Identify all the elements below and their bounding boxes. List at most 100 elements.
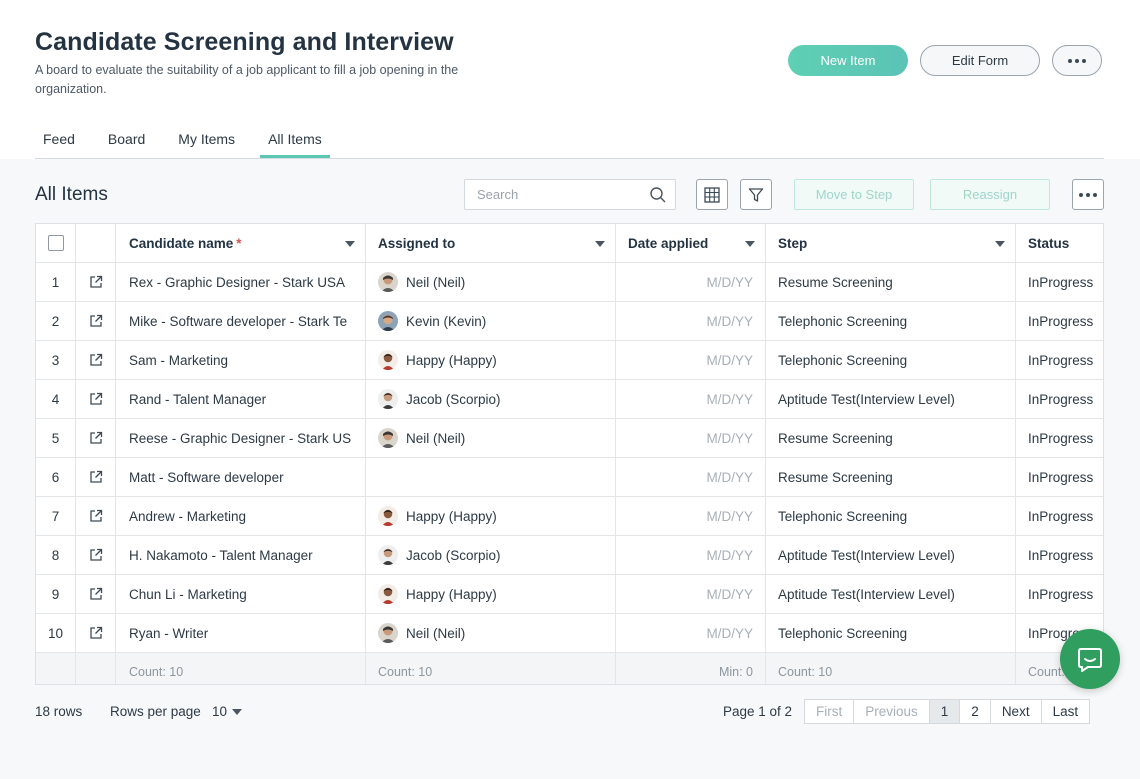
status-cell[interactable]: InProgress	[1016, 380, 1103, 418]
step-cell[interactable]: Telephonic Screening	[766, 614, 1016, 652]
reassign-button[interactable]: Reassign	[930, 179, 1050, 210]
tab-feed[interactable]: Feed	[35, 120, 83, 158]
filter-button[interactable]	[740, 179, 772, 210]
status-cell[interactable]: InProgress	[1016, 302, 1103, 340]
assigned-to-cell[interactable]: Neil (Neil)	[366, 419, 616, 457]
status-cell[interactable]: InProgress	[1016, 263, 1103, 301]
date-applied-cell[interactable]: M/D/YY	[616, 614, 766, 652]
date-applied-cell[interactable]: M/D/YY	[616, 575, 766, 613]
candidate-name-cell[interactable]: Reese - Graphic Designer - Stark US	[116, 419, 366, 457]
table-row[interactable]: 10 Ryan - Writer Neil (Neil) M/D/YY Telephon…	[36, 614, 1103, 653]
move-to-step-button[interactable]: Move to Step	[794, 179, 914, 210]
open-external-icon[interactable]	[89, 470, 103, 484]
table-row[interactable]: 2 Mike - Software developer - Stark Te Kev…	[36, 302, 1103, 341]
open-external-icon[interactable]	[89, 509, 103, 523]
date-applied-cell[interactable]: M/D/YY	[616, 536, 766, 574]
open-external-icon[interactable]	[89, 353, 103, 367]
assigned-to-cell[interactable]: Kevin (Kevin)	[366, 302, 616, 340]
date-applied-cell[interactable]: M/D/YY	[616, 458, 766, 496]
candidate-name-cell[interactable]: Mike - Software developer - Stark Te	[116, 302, 366, 340]
tab-all-items[interactable]: All Items	[260, 120, 330, 158]
status-cell[interactable]: InProgress	[1016, 536, 1103, 574]
open-external-icon[interactable]	[89, 314, 103, 328]
assigned-to-cell[interactable]: Jacob (Scorpio)	[366, 380, 616, 418]
open-external-icon[interactable]	[89, 392, 103, 406]
grid-more-button[interactable]	[1072, 179, 1104, 210]
select-all-checkbox[interactable]	[47, 235, 64, 251]
assigned-to-cell[interactable]: Happy (Happy)	[366, 575, 616, 613]
status-cell[interactable]: InProgress	[1016, 419, 1103, 457]
assigned-to-cell[interactable]	[366, 458, 616, 496]
last-page-button[interactable]: Last	[1042, 700, 1090, 723]
candidate-name-cell[interactable]: Rex - Graphic Designer - Stark USA	[116, 263, 366, 301]
step-cell[interactable]: Resume Screening	[766, 419, 1016, 457]
date-applied-cell[interactable]: M/D/YY	[616, 380, 766, 418]
status-cell[interactable]: InProgress	[1016, 575, 1103, 613]
chevron-down-icon[interactable]	[745, 241, 755, 247]
date-applied-cell[interactable]: M/D/YY	[616, 263, 766, 301]
tab-board[interactable]: Board	[100, 120, 153, 158]
status-cell[interactable]: InProgress	[1016, 497, 1103, 535]
table-row[interactable]: 8 H. Nakamoto - Talent Manager Jacob (Scor…	[36, 536, 1103, 575]
date-applied-cell[interactable]: M/D/YY	[616, 302, 766, 340]
assigned-to-cell[interactable]: Happy (Happy)	[366, 497, 616, 535]
new-item-button[interactable]: New Item	[788, 45, 908, 76]
column-header-step[interactable]: Step	[766, 224, 1016, 262]
open-external-icon[interactable]	[89, 548, 103, 562]
chat-launcher-button[interactable]	[1060, 629, 1120, 689]
step-cell[interactable]: Aptitude Test(Interview Level)	[766, 536, 1016, 574]
table-row[interactable]: 3 Sam - Marketing Happy (Happy) M/D/YY Telep…	[36, 341, 1103, 380]
date-applied-cell[interactable]: M/D/YY	[616, 341, 766, 379]
next-page-button[interactable]: Next	[991, 700, 1042, 723]
assigned-to-cell[interactable]: Happy (Happy)	[366, 341, 616, 379]
status-cell[interactable]: InProgress	[1016, 458, 1103, 496]
chevron-down-icon[interactable]	[595, 241, 605, 247]
first-page-button[interactable]: First	[805, 700, 855, 723]
column-header-assigned-to[interactable]: Assigned to	[366, 224, 616, 262]
step-cell[interactable]: Telephonic Screening	[766, 302, 1016, 340]
step-cell[interactable]: Resume Screening	[766, 263, 1016, 301]
table-row[interactable]: 6 Matt - Software developer M/D/YY Resume S…	[36, 458, 1103, 497]
page-button-1[interactable]: 1	[929, 700, 961, 723]
date-applied-cell[interactable]: M/D/YY	[616, 497, 766, 535]
date-applied-cell[interactable]: M/D/YY	[616, 419, 766, 457]
step-cell[interactable]: Aptitude Test(Interview Level)	[766, 380, 1016, 418]
more-options-button[interactable]	[1052, 45, 1102, 76]
step-cell[interactable]: Telephonic Screening	[766, 497, 1016, 535]
assigned-to-cell[interactable]: Neil (Neil)	[366, 614, 616, 652]
previous-page-button[interactable]: Previous	[854, 700, 930, 723]
candidate-name-cell[interactable]: Ryan - Writer	[116, 614, 366, 652]
step-cell[interactable]: Aptitude Test(Interview Level)	[766, 575, 1016, 613]
assigned-to-cell[interactable]: Jacob (Scorpio)	[366, 536, 616, 574]
open-external-icon[interactable]	[89, 275, 103, 289]
open-external-icon[interactable]	[89, 626, 103, 640]
table-row[interactable]: 7 Andrew - Marketing Happy (Happy) M/D/YY Te…	[36, 497, 1103, 536]
candidate-name-cell[interactable]: H. Nakamoto - Talent Manager	[116, 536, 366, 574]
candidate-name-cell[interactable]: Chun Li - Marketing	[116, 575, 366, 613]
tab-my-items[interactable]: My Items	[170, 120, 243, 158]
page-button-2[interactable]: 2	[960, 700, 991, 723]
table-row[interactable]: 9 Chun Li - Marketing Happy (Happy) M/D/YY A…	[36, 575, 1103, 614]
step-cell[interactable]: Telephonic Screening	[766, 341, 1016, 379]
open-external-icon[interactable]	[89, 431, 103, 445]
open-external-icon[interactable]	[89, 587, 103, 601]
status-cell[interactable]: InProgress	[1016, 341, 1103, 379]
chevron-down-icon[interactable]	[345, 241, 355, 247]
candidate-name-cell[interactable]: Rand - Talent Manager	[116, 380, 366, 418]
table-row[interactable]: 5 Reese - Graphic Designer - Stark US Neil…	[36, 419, 1103, 458]
step-cell[interactable]: Resume Screening	[766, 458, 1016, 496]
search-input[interactable]	[465, 187, 640, 202]
column-header-candidate-name[interactable]: Candidate name *	[116, 224, 366, 262]
column-header-status[interactable]: Status	[1016, 224, 1103, 262]
candidate-name-cell[interactable]: Andrew - Marketing	[116, 497, 366, 535]
table-row[interactable]: 1 Rex - Graphic Designer - Stark USA Neil …	[36, 263, 1103, 302]
column-chooser-button[interactable]	[696, 179, 728, 210]
search-icon[interactable]	[649, 186, 667, 209]
candidate-name-cell[interactable]: Matt - Software developer	[116, 458, 366, 496]
chevron-down-icon[interactable]	[995, 241, 1005, 247]
column-header-date-applied[interactable]: Date applied	[616, 224, 766, 262]
edit-form-button[interactable]: Edit Form	[920, 45, 1040, 76]
assigned-to-cell[interactable]: Neil (Neil)	[366, 263, 616, 301]
rows-per-page-select[interactable]: 10	[212, 704, 243, 719]
candidate-name-cell[interactable]: Sam - Marketing	[116, 341, 366, 379]
